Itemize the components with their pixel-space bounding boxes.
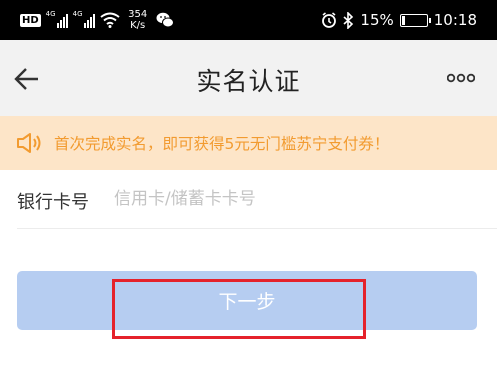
hd-icon: HD [20,13,41,27]
more-dots-icon[interactable] [447,73,475,83]
promo-text: 首次完成实名，即可获得5元无门槛苏宁支付券！ [54,135,390,153]
nav-header: 实名认证 [0,40,497,116]
battery-percent: 15% [360,11,394,29]
alarm-icon [322,12,337,28]
speaker-icon [17,133,41,153]
clock: 10:18 [433,11,477,29]
wechat-icon [156,12,174,28]
network-speed: 354 K/s [128,9,148,31]
next-step-button[interactable]: 下一步 [17,271,477,330]
signal-icon: 4G [46,11,68,29]
page-title: 实名认证 [196,67,301,96]
battery-icon [399,13,431,27]
status-right: 15% 10:18 [321,8,477,32]
status-bar: HD 4G 4G 354 K/s 15% 10:18 [0,0,497,40]
bluetooth-icon [343,11,354,29]
signal-icon: 4G [73,11,95,29]
card-number-label: 银行卡号 [17,192,89,213]
wifi-icon [100,12,120,28]
card-number-row: 银行卡号 [17,170,497,229]
promo-banner: 首次完成实名，即可获得5元无门槛苏宁支付券！ [0,116,497,170]
status-left: HD 4G 4G 354 K/s [20,8,174,32]
card-number-input[interactable] [114,184,474,214]
